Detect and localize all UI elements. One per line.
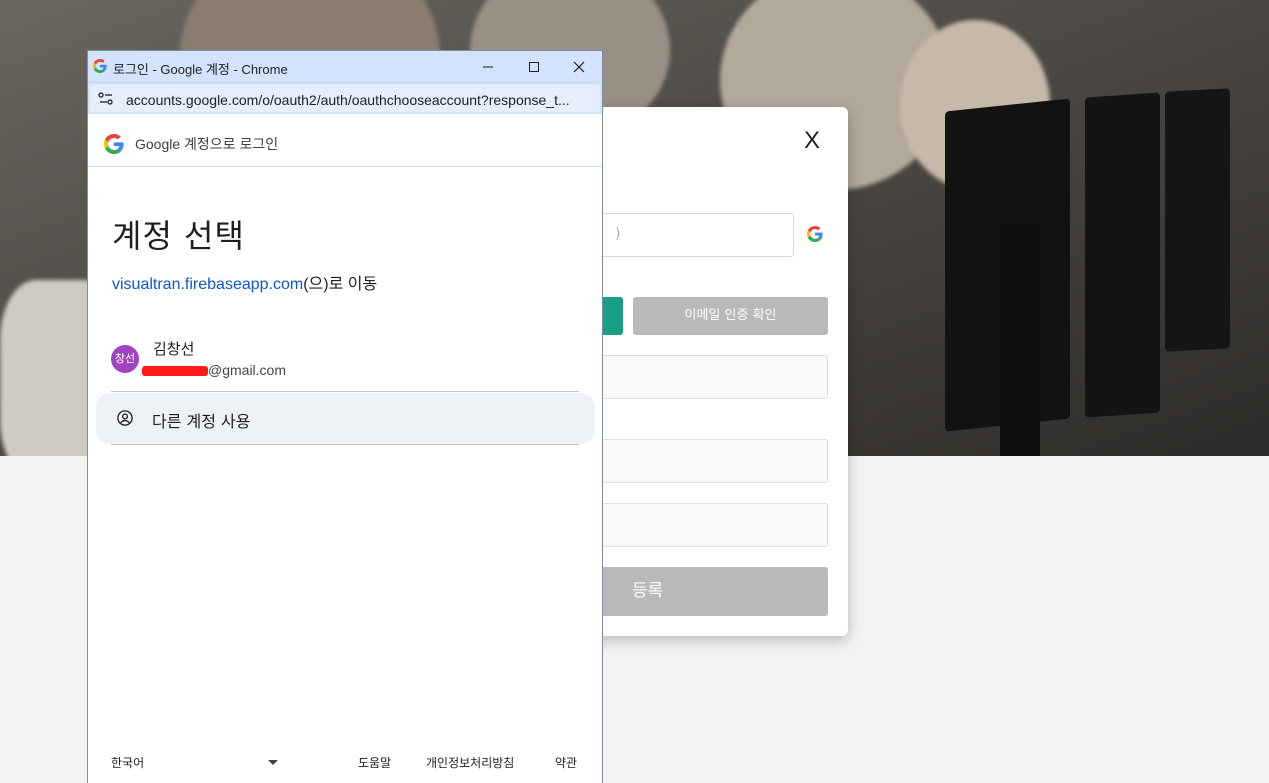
account-circle-icon <box>116 409 134 432</box>
text-field[interactable] <box>580 355 828 399</box>
close-window-button[interactable] <box>556 51 602 82</box>
account-name: 김창선 <box>153 340 195 358</box>
window-title: 로그인 - Google 계정 - Chrome <box>113 62 288 77</box>
page-title: 계정 선택 <box>112 217 245 255</box>
footer: 한국어 도움말 개인정보처리방침 약관 <box>88 751 602 775</box>
minimize-button[interactable] <box>465 51 511 82</box>
google-g-icon <box>93 59 107 78</box>
minimize-icon <box>483 66 493 67</box>
signup-modal: X ) 이메일 인증 확인 등록 <box>560 107 848 636</box>
use-another-account-button[interactable]: 다른 계정 사용 <box>96 393 595 444</box>
account-email-domain: @gmail.com <box>208 362 287 378</box>
continue-to-line: visualtran.firebaseapp.com(으)로 이동 <box>112 270 377 294</box>
google-login-icon[interactable] <box>807 226 823 246</box>
continue-suffix: (으)로 이동 <box>303 276 378 293</box>
password-confirm-field[interactable] <box>580 503 828 547</box>
window-titlebar[interactable]: 로그인 - Google 계정 - Chrome <box>88 51 602 82</box>
email-input-placeholder: ) <box>615 226 621 242</box>
caret-down-icon[interactable] <box>268 760 278 765</box>
modal-close-button[interactable]: X <box>804 127 820 155</box>
password-field[interactable] <box>580 439 828 483</box>
maximize-icon <box>529 61 539 72</box>
google-logo-icon <box>104 134 124 159</box>
divider <box>111 444 579 445</box>
use-another-account-label: 다른 계정 사용 <box>152 412 251 431</box>
signin-header: Google 계정으로 로그인 <box>88 114 602 167</box>
avatar: 창선 <box>111 345 139 373</box>
verify-email-button[interactable]: 이메일 인증 확인 <box>633 297 828 335</box>
address-bar: accounts.google.com/o/oauth2/auth/oauthc… <box>88 82 602 114</box>
terms-link[interactable]: 약관 <box>555 754 577 771</box>
maximize-button[interactable] <box>511 51 557 82</box>
close-icon <box>573 61 585 72</box>
url-field[interactable]: accounts.google.com/o/oauth2/auth/oauthc… <box>90 85 600 112</box>
divider <box>111 391 579 392</box>
google-signin-popup-window: 로그인 - Google 계정 - Chrome accounts.google… <box>87 50 603 783</box>
signin-header-text: Google 계정으로 로그인 <box>135 136 279 152</box>
register-button-label: 등록 <box>632 581 664 601</box>
url-text: accounts.google.com/o/oauth2/auth/oauthc… <box>126 92 570 108</box>
tune-icon[interactable] <box>98 92 114 111</box>
email-input[interactable]: ) <box>580 213 794 257</box>
language-selector[interactable]: 한국어 <box>111 754 144 771</box>
account-email: @gmail.com <box>142 362 286 378</box>
account-list-item[interactable]: 창선 김창선 @gmail.com <box>96 331 596 391</box>
help-link[interactable]: 도움말 <box>358 754 391 771</box>
register-button[interactable]: 등록 <box>580 567 828 616</box>
continue-site-link[interactable]: visualtran.firebaseapp.com <box>112 276 303 293</box>
privacy-link[interactable]: 개인정보처리방침 <box>426 754 514 771</box>
